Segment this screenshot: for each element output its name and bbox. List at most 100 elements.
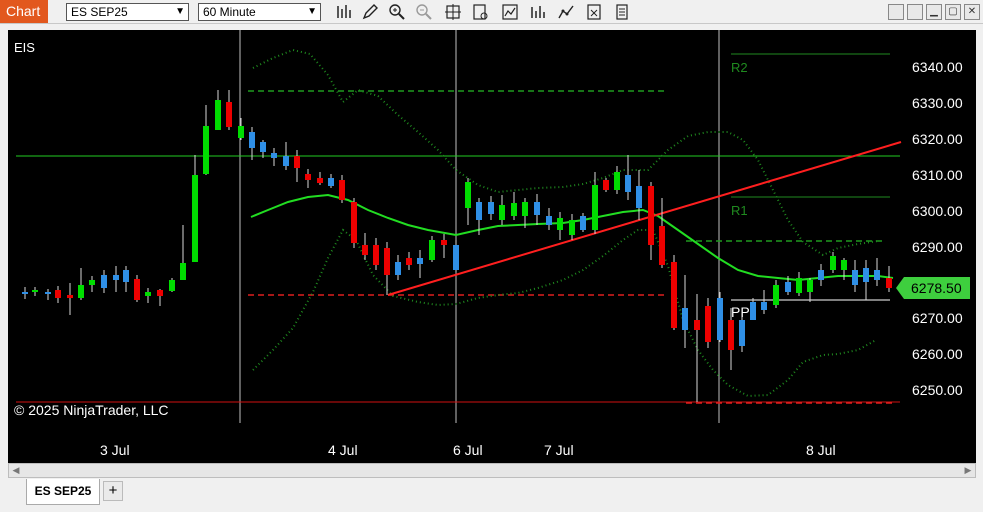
indicators-icon[interactable] — [500, 2, 520, 22]
candle-body — [78, 285, 84, 298]
horizontal-scrollbar[interactable]: ◀ ▶ — [8, 463, 976, 478]
add-tab-button[interactable]: + — [103, 481, 123, 501]
maximize-icon[interactable]: ▢ — [945, 4, 961, 20]
pp-label: PP — [731, 304, 750, 320]
scroll-right-icon[interactable]: ▶ — [961, 464, 975, 477]
zoom-in-icon[interactable] — [387, 2, 407, 22]
pencil-icon[interactable] — [360, 2, 380, 22]
price-label: 6270.00 — [912, 310, 963, 326]
candle-body — [238, 126, 244, 138]
candle-body — [395, 262, 401, 275]
link-icon[interactable] — [907, 4, 923, 20]
candle-body — [249, 132, 255, 148]
templates-icon[interactable] — [556, 2, 576, 22]
price-chart[interactable]: EIS © 2025 NinjaTrader, LLC R2 R1 PP 634… — [8, 30, 976, 463]
date-label: 4 Jul — [328, 442, 358, 458]
candle-body — [157, 290, 163, 296]
candle-body — [569, 220, 575, 235]
title-bar: Chart ES SEP25 ▼ 60 Minute ▼ ▁ ▢ ✕ — [0, 0, 983, 24]
candle-body — [453, 245, 459, 270]
candle-body — [180, 263, 186, 280]
bollinger-upper — [252, 48, 879, 257]
candle-body — [841, 260, 847, 270]
candle-body — [603, 180, 609, 190]
copyright-text: © 2025 NinjaTrader, LLC — [14, 402, 169, 418]
candle-body — [22, 292, 28, 294]
price-label: 6330.00 — [912, 95, 963, 111]
candle-body — [465, 182, 471, 208]
price-label: 6300.00 — [912, 203, 963, 219]
candle-body — [682, 308, 688, 330]
properties-icon[interactable] — [584, 2, 604, 22]
candle-body — [886, 278, 892, 288]
price-label: 6260.00 — [912, 346, 963, 362]
candle-body — [717, 298, 723, 340]
price-label: 6340.00 — [912, 59, 963, 75]
candle-body — [796, 278, 802, 293]
candle-body — [785, 282, 791, 292]
candle-body — [522, 202, 528, 216]
instrument-value: ES SEP25 — [71, 5, 128, 19]
candle-body — [636, 186, 642, 208]
candle-body — [511, 203, 517, 216]
candle-body — [476, 202, 482, 220]
symbol-label: EIS — [14, 40, 35, 55]
candle-body — [192, 175, 198, 262]
candle-body — [145, 292, 151, 296]
candles — [22, 90, 892, 402]
instrument-selector[interactable]: ES SEP25 ▼ — [66, 3, 189, 21]
data-box-icon[interactable] — [470, 2, 490, 22]
candle-body — [705, 306, 711, 342]
interval-selector[interactable]: 60 Minute ▼ — [198, 3, 321, 21]
candle-body — [317, 178, 323, 183]
date-label: 6 Jul — [453, 442, 483, 458]
minimize-icon[interactable]: ▁ — [926, 4, 942, 20]
candle-body — [305, 174, 311, 180]
chevron-down-icon: ▼ — [175, 6, 185, 17]
dock-icon[interactable] — [888, 4, 904, 20]
date-label: 7 Jul — [544, 442, 574, 458]
candle-body — [328, 178, 334, 186]
scroll-left-icon[interactable]: ◀ — [9, 464, 23, 477]
chevron-down-icon: ▼ — [307, 6, 317, 17]
candle-body — [339, 180, 345, 200]
current-price-value: 6278.50 — [911, 280, 962, 296]
trend-line — [387, 141, 902, 296]
zoom-out-icon[interactable] — [414, 2, 434, 22]
candle-body — [807, 280, 813, 292]
price-label: 6320.00 — [912, 131, 963, 147]
candle-body — [362, 245, 368, 255]
candle-body — [499, 205, 505, 220]
candle-body — [773, 285, 779, 305]
candle-body — [417, 258, 423, 264]
r1-label: R1 — [731, 203, 748, 218]
candle-body — [215, 100, 221, 130]
bar-type-icon[interactable] — [333, 2, 353, 22]
candle-body — [406, 258, 412, 265]
candle-body — [294, 156, 300, 168]
candle-body — [614, 172, 620, 190]
candle-body — [226, 102, 232, 127]
candle-body — [694, 320, 700, 330]
candle-body — [384, 248, 390, 275]
candle-body — [546, 216, 552, 225]
settings-icon[interactable] — [612, 2, 632, 22]
candle-body — [557, 218, 563, 230]
interval-value: 60 Minute — [203, 5, 256, 19]
candle-body — [441, 240, 447, 245]
chart-panel[interactable]: EIS © 2025 NinjaTrader, LLC R2 R1 PP 634… — [8, 30, 976, 463]
chart-tag: Chart — [0, 0, 48, 23]
strategies-icon[interactable] — [528, 2, 548, 22]
candle-body — [580, 216, 586, 230]
candle-body — [488, 202, 494, 214]
r2-label: R2 — [731, 60, 748, 75]
candle-body — [283, 156, 289, 166]
crosshair-icon[interactable] — [443, 2, 463, 22]
candle-body — [739, 320, 745, 346]
tab-es-sep25[interactable]: ES SEP25 — [26, 479, 100, 505]
candle-body — [592, 185, 598, 230]
close-icon[interactable]: ✕ — [964, 4, 980, 20]
price-label: 6250.00 — [912, 382, 963, 398]
candle-body — [874, 270, 880, 280]
candle-body — [260, 142, 266, 152]
